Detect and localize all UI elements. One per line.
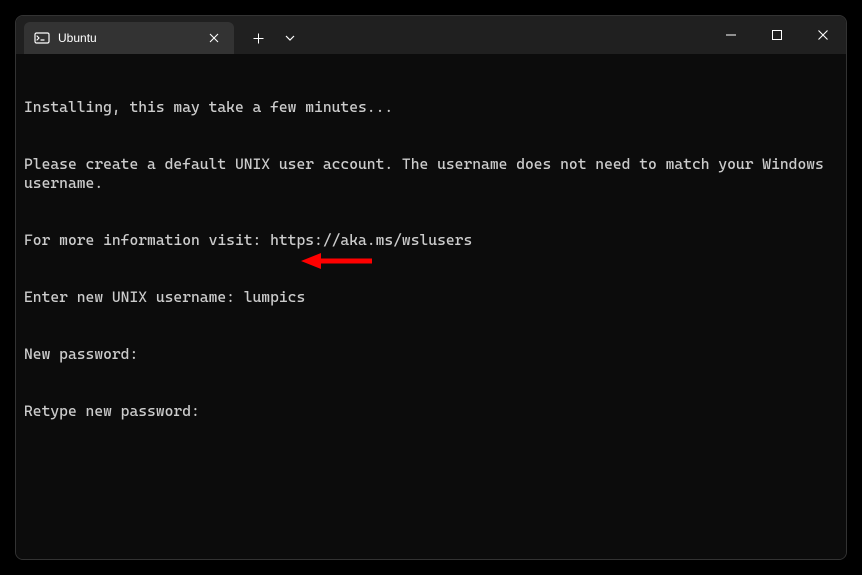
close-button[interactable] (800, 16, 846, 54)
ubuntu-icon (34, 30, 50, 46)
terminal-line: For more information visit: https://aka.… (24, 231, 838, 250)
window-controls (708, 16, 846, 54)
terminal-line: Retype new password: (24, 402, 838, 421)
titlebar: Ubuntu (16, 16, 846, 54)
maximize-button[interactable] (754, 16, 800, 54)
tab-controls (242, 22, 306, 54)
tab-dropdown-button[interactable] (274, 24, 306, 52)
terminal-line: Please create a default UNIX user accoun… (24, 155, 838, 193)
terminal-line: New password: (24, 345, 838, 364)
tab-close-button[interactable] (204, 28, 224, 48)
tab-title: Ubuntu (58, 31, 204, 45)
terminal-line: Enter new UNIX username: lumpics (24, 288, 838, 307)
titlebar-drag-area[interactable] (306, 16, 708, 54)
terminal-output[interactable]: Installing, this may take a few minutes.… (16, 54, 846, 559)
new-tab-button[interactable] (242, 24, 274, 52)
minimize-button[interactable] (708, 16, 754, 54)
terminal-window: Ubuntu (15, 15, 847, 560)
terminal-line: Installing, this may take a few minutes.… (24, 98, 838, 117)
tab-ubuntu[interactable]: Ubuntu (24, 22, 234, 54)
